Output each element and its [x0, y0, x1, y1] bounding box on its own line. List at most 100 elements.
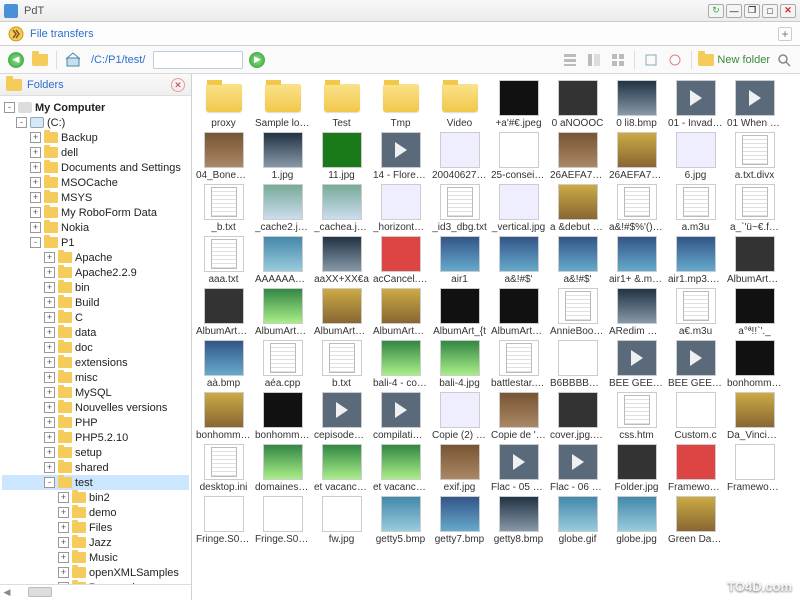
file-item[interactable]: a€.m3u	[668, 288, 723, 338]
tool-button-a[interactable]	[641, 50, 661, 70]
file-item[interactable]: Fringe.S01E0.	[255, 496, 310, 546]
file-item[interactable]: battlestar.gala	[491, 340, 546, 390]
file-item[interactable]: 11.jpg	[314, 132, 369, 182]
tool-button-b[interactable]	[665, 50, 685, 70]
file-item[interactable]: compilation-log	[373, 392, 428, 442]
expander-icon[interactable]: -	[16, 117, 27, 128]
tree-item[interactable]: +shared	[2, 460, 189, 475]
close-button[interactable]: ✕	[780, 4, 796, 18]
tree-item[interactable]: +openXMLSamples	[2, 565, 189, 580]
expander-icon[interactable]: +	[30, 147, 41, 158]
file-item[interactable]: a&!#$'	[550, 236, 605, 286]
expander-icon[interactable]: +	[30, 177, 41, 188]
expander-icon[interactable]: +	[30, 132, 41, 143]
expander-icon[interactable]: +	[30, 222, 41, 233]
tree-item[interactable]: -P1	[2, 235, 189, 250]
file-item[interactable]: bonhomme-se	[255, 392, 310, 442]
file-item[interactable]: Video	[432, 80, 487, 130]
maximize-button[interactable]: □	[762, 4, 778, 18]
file-item[interactable]: cover.jpg.jpg	[550, 392, 605, 442]
file-item[interactable]: Custom.c	[668, 392, 723, 442]
file-item[interactable]: a°ª!!`'._	[727, 288, 782, 338]
file-item[interactable]: Da_Vinci_Vitr	[727, 392, 782, 442]
file-item[interactable]: Copie de 'tran	[491, 392, 546, 442]
expander-icon[interactable]: -	[30, 237, 41, 248]
file-item[interactable]: aéa.cpp	[255, 340, 310, 390]
file-item[interactable]: _id3_dbg.txt	[432, 184, 487, 234]
file-item[interactable]: B6BBBBBB.ht	[550, 340, 605, 390]
file-item[interactable]: et vacances é	[314, 444, 369, 494]
tree-item[interactable]: +My RoboForm Data	[2, 205, 189, 220]
file-item[interactable]: Tmp	[373, 80, 428, 130]
tree-item[interactable]: +data	[2, 325, 189, 340]
sidebar-hscroll[interactable]: ◀	[0, 584, 191, 600]
file-item[interactable]: 0 li8.bmp	[609, 80, 664, 130]
file-item[interactable]: 200406272230	[432, 132, 487, 182]
expander-icon[interactable]: +	[58, 537, 69, 548]
tree-item[interactable]: +MySQL	[2, 385, 189, 400]
file-item[interactable]: a&!#$%'()+,-	[609, 184, 664, 234]
expander-icon[interactable]: +	[44, 327, 55, 338]
file-item[interactable]: aà.bmp	[196, 340, 251, 390]
home-button[interactable]	[63, 50, 83, 70]
back-button[interactable]: ◀	[6, 50, 26, 70]
expander-icon[interactable]: +	[30, 207, 41, 218]
expander-icon[interactable]: +	[44, 312, 55, 323]
file-item[interactable]: desktop.ini	[196, 444, 251, 494]
file-item[interactable]: acCancel.png	[373, 236, 428, 286]
file-item[interactable]: a.m3u	[668, 184, 723, 234]
file-item[interactable]: 14 - Florence.	[373, 132, 428, 182]
tree-item[interactable]: +Files	[2, 520, 189, 535]
file-item[interactable]: bonhomme-se	[196, 392, 251, 442]
file-item[interactable]: AnnieBoo.srt	[550, 288, 605, 338]
expander-icon[interactable]: +	[44, 342, 55, 353]
file-item[interactable]: a &debut # é	[550, 184, 605, 234]
file-item[interactable]: 01 When I'm	[727, 80, 782, 130]
file-item[interactable]: Folder.jpg	[609, 444, 664, 494]
expander-icon[interactable]: +	[44, 432, 55, 443]
go-button[interactable]: ▶	[247, 50, 267, 70]
expander-icon[interactable]: +	[44, 282, 55, 293]
file-item[interactable]: a_`'ü~€.f…	[727, 184, 782, 234]
file-item[interactable]: a&!#$'	[491, 236, 546, 286]
up-button[interactable]	[30, 50, 50, 70]
file-item[interactable]: css.htm	[609, 392, 664, 442]
expand-transfers-button[interactable]: +	[778, 27, 792, 41]
expander-icon[interactable]: +	[58, 507, 69, 518]
file-item[interactable]: _cachea.jpeg	[314, 184, 369, 234]
file-item[interactable]: Green Day - E	[668, 496, 723, 546]
tree-item[interactable]: +doc	[2, 340, 189, 355]
file-item[interactable]: 1.jpg	[255, 132, 310, 182]
file-item[interactable]: 6.jpg	[668, 132, 723, 182]
file-item[interactable]: fw.jpg	[314, 496, 369, 546]
file-item[interactable]: exif.jpg	[432, 444, 487, 494]
file-item[interactable]: _vertical.jpg	[491, 184, 546, 234]
file-item[interactable]: getty5.bmp	[373, 496, 428, 546]
expander-icon[interactable]: +	[44, 462, 55, 473]
tree-item[interactable]: +Backup	[2, 130, 189, 145]
file-item[interactable]: AAAAAAA`.t	[255, 236, 310, 286]
expander-icon[interactable]: +	[44, 387, 55, 398]
file-item[interactable]: AlbumArt_{25	[196, 288, 251, 338]
file-item[interactable]: AlbumArt_{Ct	[373, 288, 428, 338]
file-item[interactable]: air1	[432, 236, 487, 286]
tree-item[interactable]: +Nouvelles versions	[2, 400, 189, 415]
tree-item[interactable]: +PHP	[2, 415, 189, 430]
view-details-button[interactable]	[584, 50, 604, 70]
file-item[interactable]: 26AEFA7B7A	[609, 132, 664, 182]
search-input[interactable]	[153, 51, 243, 69]
file-item[interactable]: globe.gif	[550, 496, 605, 546]
file-item[interactable]: Flac - 05 - Big	[491, 444, 546, 494]
file-item[interactable]: _b.txt	[196, 184, 251, 234]
file-item[interactable]: 25-conseils-po	[491, 132, 546, 182]
tree-item[interactable]: +Apache	[2, 250, 189, 265]
file-item[interactable]: AlbumArt_{94	[314, 288, 369, 338]
tree-root[interactable]: - My Computer	[2, 100, 189, 115]
file-item[interactable]: bali-4.jpg	[432, 340, 487, 390]
expander-icon[interactable]: +	[44, 267, 55, 278]
file-item[interactable]: ARedim P100	[609, 288, 664, 338]
file-item[interactable]: getty8.bmp	[491, 496, 546, 546]
tree-item[interactable]: +setup	[2, 445, 189, 460]
expander-icon[interactable]: +	[44, 447, 55, 458]
file-item[interactable]: Frameworking	[727, 444, 782, 494]
